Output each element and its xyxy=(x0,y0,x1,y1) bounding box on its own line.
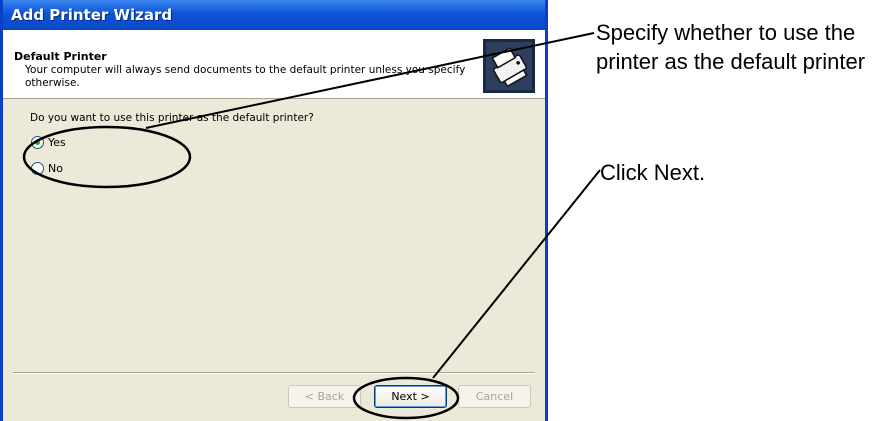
leader-line-default xyxy=(145,32,595,129)
leader-line-next xyxy=(432,169,601,379)
callout-click-next: Click Next. xyxy=(600,160,706,185)
highlight-ellipse-next xyxy=(352,376,460,420)
callout-default-printer: Specify whether to use the printer as th… xyxy=(596,20,866,74)
highlight-ellipse-options xyxy=(22,125,192,189)
